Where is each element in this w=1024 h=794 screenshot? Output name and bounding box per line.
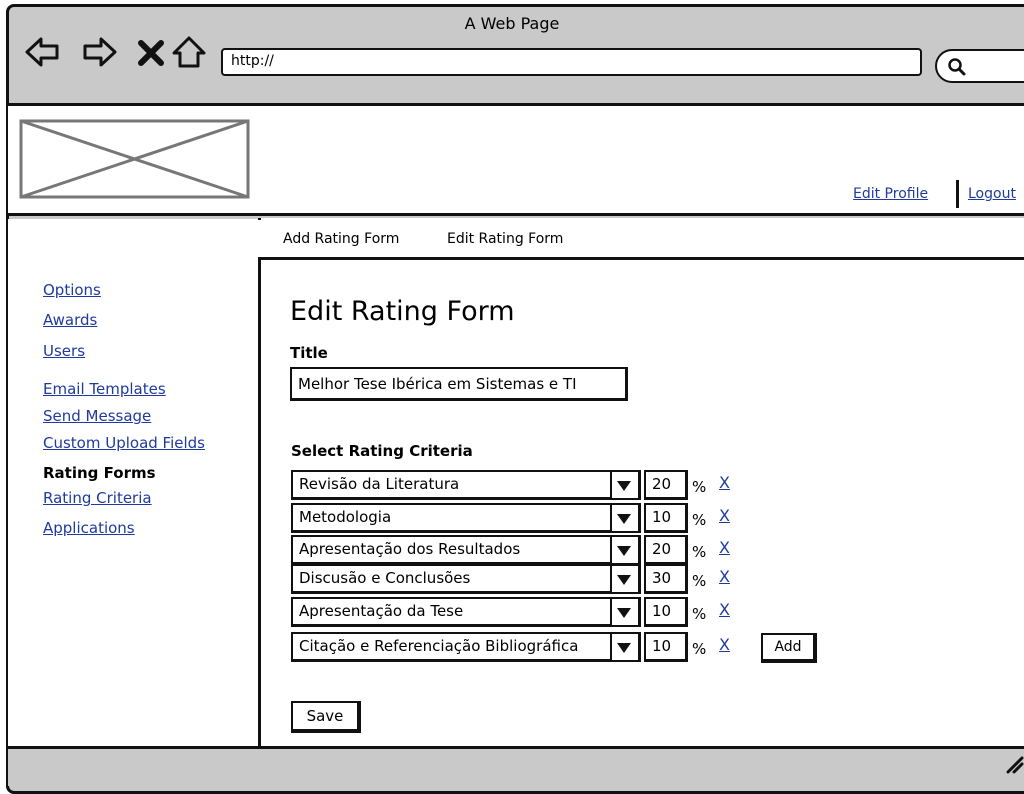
select-criteria-label: Select Rating Criteria [291,442,473,460]
back-arrow-icon[interactable] [24,34,62,70]
percent-sign: % [692,605,707,623]
edit-profile-link[interactable]: Edit Profile [853,186,928,202]
remove-criterion-link[interactable]: X [719,567,730,586]
dropdown-arrow-icon[interactable] [610,505,638,531]
percent-sign: % [692,478,707,496]
status-bar [8,746,1024,786]
sidebar-item-awards[interactable]: Awards [43,311,97,329]
criterion-select[interactable]: Metodologia [291,503,641,533]
tab-edit-rating-form[interactable]: Edit Rating Form [447,231,563,247]
criterion-weight-input[interactable]: 20 [644,470,688,500]
sidebar-item-options[interactable]: Options [43,281,101,299]
remove-criterion-link[interactable]: X [719,506,730,525]
dropdown-arrow-icon[interactable] [610,566,638,592]
browser-search-box[interactable] [935,49,1024,83]
save-button[interactable]: Save [291,701,361,733]
tab-add-rating-form[interactable]: Add Rating Form [283,231,399,247]
criterion-select-value: Apresentação dos Resultados [299,540,521,558]
criterion-weight-input[interactable]: 20 [644,535,688,565]
remove-criterion-link[interactable]: X [719,473,730,492]
search-icon [948,58,966,76]
criterion-select-value: Apresentação da Tese [299,602,464,620]
remove-criterion-link[interactable]: X [719,600,730,619]
resize-grip-icon[interactable] [1002,752,1024,774]
home-icon[interactable] [170,34,208,70]
window-title: A Web Page [464,14,560,33]
logout-link[interactable]: Logout [968,186,1016,202]
percent-sign: % [692,640,707,658]
sidebar-item-users[interactable]: Users [43,342,85,360]
criterion-weight-input[interactable]: 10 [644,597,688,627]
stop-icon[interactable] [134,34,172,70]
sidebar-item-custom-upload-fields[interactable]: Custom Upload Fields [43,434,205,452]
criterion-weight-input[interactable]: 10 [644,503,688,533]
dropdown-arrow-icon[interactable] [610,634,638,660]
criterion-select[interactable]: Apresentação da Tese [291,597,641,627]
criterion-select[interactable]: Revisão da Literatura [291,470,641,500]
criterion-select[interactable]: Discusão e Conclusões [291,564,641,594]
dropdown-arrow-icon[interactable] [610,472,638,498]
logo-image-placeholder [19,119,250,199]
percent-sign: % [692,511,707,529]
criterion-select-value: Discusão e Conclusões [299,569,471,587]
title-label: Title [290,344,328,362]
criterion-weight-input[interactable]: 30 [644,564,688,594]
criterion-weight-input[interactable]: 10 [644,632,688,662]
add-criterion-button[interactable]: Add [761,633,817,663]
sidebar-item-rating-forms: Rating Forms [43,464,156,482]
criterion-select-value: Citação e Referenciação Bibliográfica [299,637,579,655]
remove-criterion-link[interactable]: X [719,538,730,557]
criterion-select[interactable]: Citação e Referenciação Bibliográfica [291,632,641,662]
sidebar-item-applications[interactable]: Applications [43,519,135,537]
criterion-select[interactable]: Apresentação dos Resultados [291,535,641,565]
dropdown-arrow-icon[interactable] [610,537,638,563]
remove-criterion-link[interactable]: X [719,635,730,654]
percent-sign: % [692,543,707,561]
dropdown-arrow-icon[interactable] [610,599,638,625]
sidebar-item-send-message[interactable]: Send Message [43,407,151,425]
header-link-divider [956,180,959,208]
sidebar-item-rating-criteria[interactable]: Rating Criteria [43,489,152,507]
title-input[interactable]: Melhor Tese Ibérica em Sistemas e TI [290,367,628,401]
percent-sign: % [692,572,707,590]
page-title: Edit Rating Form [290,296,515,327]
forward-arrow-icon[interactable] [80,34,118,70]
sidebar-item-email-templates[interactable]: Email Templates [43,380,166,398]
url-bar[interactable]: http:// [221,48,922,76]
criterion-select-value: Revisão da Literatura [299,475,460,493]
criterion-select-value: Metodologia [299,508,392,526]
